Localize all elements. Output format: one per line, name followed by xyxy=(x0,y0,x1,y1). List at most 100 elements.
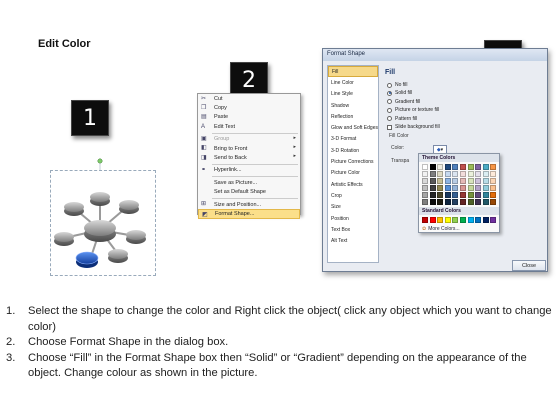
color-swatch[interactable] xyxy=(444,199,451,205)
color-swatch[interactable] xyxy=(452,171,459,177)
color-swatch[interactable] xyxy=(444,178,451,184)
color-swatch[interactable] xyxy=(437,199,444,205)
color-swatch[interactable] xyxy=(459,164,466,170)
nav-item-picture-color[interactable]: Picture Color xyxy=(328,168,378,179)
color-swatch[interactable] xyxy=(452,185,459,191)
color-swatch[interactable] xyxy=(422,217,428,223)
menu-item-copy[interactable]: ❐ Copy xyxy=(198,103,300,112)
nav-item-size[interactable]: Size xyxy=(328,202,378,213)
color-swatch[interactable] xyxy=(459,192,466,198)
color-swatch[interactable] xyxy=(429,192,436,198)
color-swatch[interactable] xyxy=(444,171,451,177)
menu-item-save-as-picture[interactable]: Save as Picture... xyxy=(198,178,300,187)
color-swatch[interactable] xyxy=(429,217,436,223)
fill-option-no-fill[interactable]: No fill xyxy=(387,81,408,89)
color-swatch[interactable] xyxy=(475,217,482,223)
menu-item-send-to-back[interactable]: ◨ Send to Back ▸ xyxy=(198,153,300,162)
color-swatch[interactable] xyxy=(482,164,489,170)
close-button[interactable]: Close xyxy=(512,260,546,271)
color-swatch[interactable] xyxy=(459,185,466,191)
menu-item-paste[interactable]: ▤ Paste xyxy=(198,113,300,122)
color-swatch[interactable] xyxy=(467,164,474,170)
color-swatch[interactable] xyxy=(475,178,482,184)
color-swatch[interactable] xyxy=(490,171,497,177)
color-swatch[interactable] xyxy=(482,192,489,198)
color-swatch[interactable] xyxy=(482,178,489,184)
color-swatch[interactable] xyxy=(452,199,459,205)
color-swatch[interactable] xyxy=(482,171,489,177)
color-swatch[interactable] xyxy=(482,199,489,205)
fill-option-picture-or-texture-fill[interactable]: Picture or texture fill xyxy=(387,106,439,114)
color-swatch[interactable] xyxy=(437,164,444,170)
color-swatch[interactable] xyxy=(422,199,428,205)
color-swatch[interactable] xyxy=(459,171,466,177)
menu-item-hyperlink[interactable]: ⚭ Hyperlink... xyxy=(198,166,300,175)
color-swatch[interactable] xyxy=(444,164,451,170)
color-swatch[interactable] xyxy=(475,185,482,191)
color-swatch[interactable] xyxy=(437,185,444,191)
nav-item-alt-text[interactable]: Alt Text xyxy=(328,235,378,246)
nav-item-artistic-effects[interactable]: Artistic Effects xyxy=(328,179,378,190)
color-swatch[interactable] xyxy=(475,199,482,205)
color-swatch[interactable] xyxy=(429,164,436,170)
nav-item-3-d-format[interactable]: 3-D Format xyxy=(328,134,378,145)
color-swatch[interactable] xyxy=(490,217,497,223)
nav-item-3-d-rotation[interactable]: 3-D Rotation xyxy=(328,145,378,156)
color-swatch[interactable] xyxy=(437,217,444,223)
checkbox[interactable] xyxy=(387,124,392,130)
color-swatch[interactable] xyxy=(482,217,489,223)
hub-shape-group[interactable] xyxy=(50,158,156,276)
menu-item-edit-text[interactable]: A Edit Text xyxy=(198,122,300,131)
color-swatch[interactable] xyxy=(452,217,459,223)
color-swatch[interactable] xyxy=(437,192,444,198)
color-swatch[interactable] xyxy=(437,171,444,177)
color-swatch[interactable] xyxy=(490,164,497,170)
color-swatch[interactable] xyxy=(422,192,428,198)
menu-item-format-shape[interactable]: ◩ Format Shape... xyxy=(198,209,300,219)
more-colors-option[interactable]: ✿ More Colors... xyxy=(419,225,499,233)
menu-item-group[interactable]: ▣ Group ▸ xyxy=(198,135,300,144)
color-swatch[interactable] xyxy=(490,185,497,191)
color-swatch[interactable] xyxy=(490,178,497,184)
nav-item-fill[interactable]: Fill xyxy=(328,66,378,78)
nav-item-picture-corrections[interactable]: Picture Corrections xyxy=(328,156,378,167)
color-swatch[interactable] xyxy=(459,199,466,205)
color-swatch[interactable] xyxy=(452,164,459,170)
color-swatch[interactable] xyxy=(467,217,474,223)
fill-option-solid-fill[interactable]: Solid fill xyxy=(387,89,412,97)
color-swatch[interactable] xyxy=(437,178,444,184)
nav-item-crop[interactable]: Crop xyxy=(328,190,378,201)
menu-item-size-and-position[interactable]: ⊞ Size and Position... xyxy=(198,200,300,209)
color-swatch[interactable] xyxy=(429,171,436,177)
color-swatch[interactable] xyxy=(467,171,474,177)
color-swatch[interactable] xyxy=(444,192,451,198)
color-swatch[interactable] xyxy=(459,217,466,223)
color-swatch[interactable] xyxy=(444,185,451,191)
menu-item-cut[interactable]: ✂ Cut xyxy=(198,94,300,103)
color-swatch[interactable] xyxy=(467,199,474,205)
color-swatch[interactable] xyxy=(490,199,497,205)
color-swatch[interactable] xyxy=(452,178,459,184)
nav-item-position[interactable]: Position xyxy=(328,213,378,224)
nav-item-reflection[interactable]: Reflection xyxy=(328,111,378,122)
color-swatch[interactable] xyxy=(490,192,497,198)
radio-button[interactable] xyxy=(387,116,392,122)
nav-item-glow-and-soft-edges[interactable]: Glow and Soft Edges xyxy=(328,122,378,133)
color-swatch[interactable] xyxy=(422,178,428,184)
color-swatch[interactable] xyxy=(429,185,436,191)
fill-option-slide-background-fill[interactable]: Slide background fill xyxy=(387,123,440,131)
fill-option-pattern-fill[interactable]: Pattern fill xyxy=(387,115,417,123)
color-swatch[interactable] xyxy=(482,185,489,191)
color-swatch[interactable] xyxy=(429,178,436,184)
color-swatch[interactable] xyxy=(444,217,451,223)
color-swatch[interactable] xyxy=(467,192,474,198)
menu-item-set-as-default-shape[interactable]: Set as Default Shape xyxy=(198,188,300,197)
nav-item-text-box[interactable]: Text Box xyxy=(328,224,378,235)
color-swatch[interactable] xyxy=(422,185,428,191)
color-swatch[interactable] xyxy=(467,178,474,184)
color-swatch[interactable] xyxy=(459,178,466,184)
fill-option-gradient-fill[interactable]: Gradient fill xyxy=(387,98,420,106)
color-swatch[interactable] xyxy=(467,185,474,191)
color-swatch[interactable] xyxy=(452,192,459,198)
color-swatch[interactable] xyxy=(422,164,428,170)
